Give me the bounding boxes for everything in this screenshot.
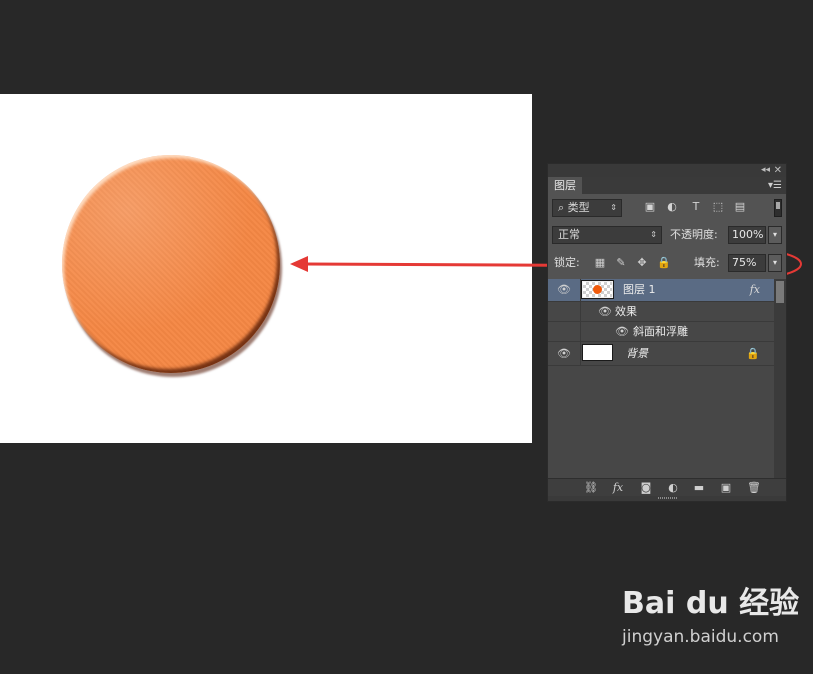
opacity-field[interactable]: 100% <box>728 226 766 244</box>
orange-circle-layer[interactable] <box>62 155 280 373</box>
layer-name[interactable]: 背景 <box>626 347 648 361</box>
layer-effects-row[interactable]: 👁 效果 <box>548 302 774 322</box>
fx-badge-icon[interactable]: fx <box>750 283 760 297</box>
visibility-eye-icon[interactable]: 👁 <box>557 283 571 297</box>
layer-name[interactable]: 图层 1 <box>623 283 656 297</box>
opacity-dropdown-button[interactable]: ▾ <box>768 226 782 244</box>
layer-effect-bevel-row[interactable]: 👁 斜面和浮雕 <box>548 322 774 342</box>
layer-row-layer-1[interactable]: 👁 图层 1 fx <box>548 279 774 302</box>
blend-row: 正常 ⇕ 不透明度: 100% ▾ <box>552 226 784 246</box>
visibility-eye-icon[interactable]: 👁 <box>557 347 571 361</box>
resize-grip[interactable] <box>548 496 786 501</box>
double-chevron-left-icon[interactable]: ◂◂ <box>761 164 770 177</box>
updown-arrow-icon: ⇕ <box>650 230 657 239</box>
filter-row: ⌕ 类型 ⇕ ▣ ◐ T ⬚ ▤ <box>552 199 784 219</box>
scrollbar-thumb[interactable] <box>776 281 784 303</box>
image-filter-icon[interactable]: ▣ <box>643 200 657 214</box>
shape-filter-icon[interactable]: ⬚ <box>711 200 725 214</box>
fill-dropdown-button[interactable]: ▾ <box>768 254 782 272</box>
layers-scrollbar[interactable] <box>774 279 786 478</box>
watermark-url: jingyan.baidu.com <box>622 627 779 647</box>
adjustment-filter-icon[interactable]: ◐ <box>665 200 679 214</box>
visibility-eye-icon[interactable]: 👁 <box>615 325 629 339</box>
fx-icon[interactable]: fx <box>610 481 626 495</box>
lock-icon: 🔒 <box>746 347 760 360</box>
adjustment-layer-icon[interactable]: ◐ <box>665 481 681 495</box>
background-thumbnail <box>582 344 613 361</box>
trash-icon[interactable]: 🗑 <box>746 481 762 495</box>
layer-thumbnail <box>581 280 614 299</box>
panel-title-bar: ◂◂ ✕ <box>548 164 786 177</box>
baidu-jingyan-logo: Bai du 经验 <box>622 586 800 621</box>
layers-list: 👁 图层 1 fx 👁 效果 👁 斜面和浮雕 👁 背景 🔒 <box>548 279 774 478</box>
filter-toggle[interactable] <box>774 199 782 217</box>
layers-panel: ◂◂ ✕ 图层 ▾☰ ⌕ 类型 ⇕ ▣ ◐ T ⬚ ▤ 正常 ⇕ 不透明度: 1… <box>547 163 787 502</box>
lock-all-icon[interactable]: 🔒 <box>657 256 671 270</box>
filter-kind-select[interactable]: ⌕ 类型 ⇕ <box>552 199 622 217</box>
lock-pixels-icon[interactable]: ✎ <box>615 256 627 270</box>
new-group-icon[interactable]: ▬ <box>691 481 707 495</box>
bevel-emboss-label: 斜面和浮雕 <box>633 325 688 338</box>
close-icon[interactable]: ✕ <box>774 164 782 177</box>
row-separator <box>580 342 581 365</box>
updown-arrow-icon: ⇕ <box>610 203 617 212</box>
row-separator <box>580 322 581 341</box>
row-separator <box>580 279 581 301</box>
add-mask-icon[interactable]: ◙ <box>638 481 654 495</box>
opacity-label: 不透明度: <box>670 228 718 241</box>
blend-mode-select[interactable]: 正常 ⇕ <box>552 226 662 244</box>
filter-kind-label: 类型 <box>567 201 590 214</box>
search-icon: ⌕ <box>558 201 568 214</box>
lock-transparency-icon[interactable]: ▦ <box>594 256 606 270</box>
smart-object-filter-icon[interactable]: ▤ <box>733 200 747 214</box>
fill-label: 填充: <box>694 256 720 269</box>
row-separator <box>580 302 581 321</box>
lock-label: 锁定: <box>554 256 580 269</box>
thumbnail-circle <box>593 285 602 294</box>
panel-menu-icon[interactable]: ▾☰ <box>768 177 782 194</box>
panel-tab-strip: 图层 ▾☰ <box>548 177 786 194</box>
lock-position-icon[interactable]: ✥ <box>636 256 648 270</box>
layer-row-background[interactable]: 👁 背景 🔒 <box>548 342 774 366</box>
new-layer-icon[interactable]: ▣ <box>718 481 734 495</box>
visibility-eye-icon[interactable]: 👁 <box>598 305 612 319</box>
link-layers-icon[interactable]: ⛓ <box>583 481 599 495</box>
tab-layers[interactable]: 图层 <box>548 177 582 194</box>
type-filter-icon[interactable]: T <box>689 200 703 214</box>
blend-mode-label: 正常 <box>558 228 580 241</box>
panel-bottom-bar: ⛓ fx ◙ ◐ ▬ ▣ 🗑 <box>548 478 786 497</box>
fill-field[interactable]: 75% <box>728 254 766 272</box>
effects-label: 效果 <box>615 305 637 318</box>
lock-row: 锁定: ▦ ✎ ✥ 🔒 填充: 75% ▾ <box>552 254 784 274</box>
